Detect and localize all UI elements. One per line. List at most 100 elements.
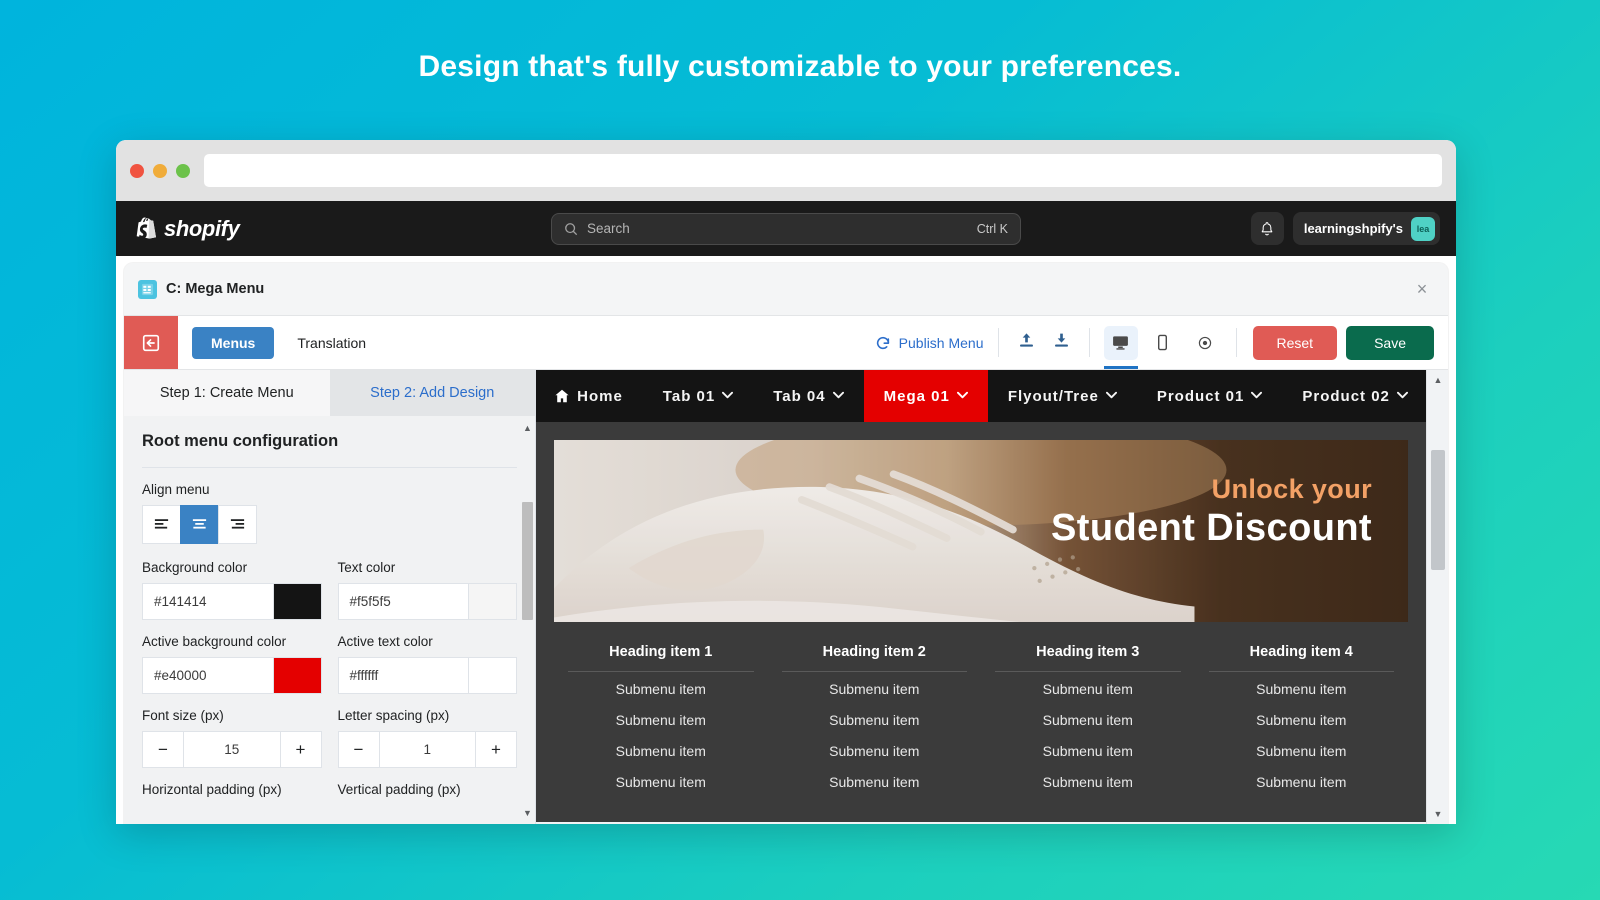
color-row-2: Active background color #e40000 Active t…	[142, 634, 517, 694]
preview-eye-button[interactable]	[1188, 326, 1222, 360]
chevron-down-icon	[832, 390, 844, 402]
horizontal-padding-field: Horizontal padding (px)	[142, 782, 322, 797]
preview-scrollbar-thumb[interactable]	[1431, 450, 1445, 570]
step-add-design[interactable]: Step 2: Add Design	[329, 370, 535, 416]
submenu-item[interactable]: Submenu item	[782, 672, 968, 703]
preview-scroll-down-icon[interactable]: ▼	[1427, 804, 1448, 824]
submenu-item[interactable]: Submenu item	[995, 765, 1181, 796]
submenu-item[interactable]: Submenu item	[568, 672, 754, 703]
align-left-button[interactable]	[142, 505, 181, 544]
shopify-logo[interactable]: shopify	[134, 216, 240, 242]
preview-scroll-up-icon[interactable]: ▲	[1427, 370, 1448, 390]
font-size-increment[interactable]: +	[279, 732, 321, 767]
menu-item-flyout-tree[interactable]: Flyout/Tree	[988, 370, 1137, 422]
background-color-control: #141414	[142, 583, 322, 620]
align-center-button[interactable]	[180, 505, 219, 544]
submenu-item[interactable]: Submenu item	[995, 734, 1181, 765]
reset-button[interactable]: Reset	[1252, 325, 1338, 360]
letter-spacing-value[interactable]: 1	[380, 732, 476, 767]
mobile-view-button[interactable]	[1146, 326, 1180, 360]
search-shortcut: Ctrl K	[976, 221, 1008, 236]
close-window-dot[interactable]	[130, 163, 144, 178]
text-color-label: Text color	[337, 560, 396, 575]
active-background-color-label: Active background color	[142, 634, 287, 649]
submenu-item[interactable]: Submenu item	[568, 703, 754, 734]
desktop-view-button[interactable]	[1103, 325, 1138, 360]
font-size-decrement[interactable]: −	[143, 732, 184, 767]
submenu-item[interactable]: Submenu item	[782, 765, 968, 796]
submenu-item[interactable]: Submenu item	[1209, 765, 1395, 796]
font-size-value[interactable]: 15	[184, 732, 280, 767]
config-scroll-up-icon[interactable]: ▲	[523, 424, 532, 433]
home-icon	[555, 389, 569, 403]
minimize-window-dot[interactable]	[153, 163, 167, 178]
submenu-item[interactable]: Submenu item	[995, 672, 1181, 703]
submenu-item[interactable]: Submenu item	[995, 703, 1181, 734]
text-color-swatch[interactable]	[469, 583, 517, 620]
store-menu-button[interactable]: learningshpify's lea	[1292, 212, 1440, 245]
submenu-item[interactable]: Submenu item	[568, 734, 754, 765]
address-bar[interactable]	[204, 154, 1442, 187]
config-scrollbar[interactable]: ▲ ▼	[522, 424, 533, 818]
background-color-input[interactable]: #141414	[142, 583, 274, 620]
maximize-window-dot[interactable]	[176, 163, 190, 178]
menu-item-tab-04[interactable]: Tab 04	[753, 370, 863, 422]
text-color-input[interactable]: #f5f5f5	[337, 583, 469, 620]
align-left-icon	[154, 519, 169, 529]
search-input[interactable]: Search Ctrl K	[551, 212, 1021, 245]
active-background-color-input[interactable]: #e40000	[142, 657, 274, 694]
refresh-icon	[876, 336, 889, 349]
background-color-swatch[interactable]	[273, 583, 322, 620]
submenu-item[interactable]: Submenu item	[782, 734, 968, 765]
submenu-item[interactable]: Submenu item	[1209, 734, 1395, 765]
submenu-item[interactable]: Submenu item	[568, 765, 754, 796]
close-icon[interactable]: ×	[1410, 277, 1434, 301]
number-row-1: Font size (px) − 15 + Letter spacing (px…	[142, 708, 517, 768]
config-section-title: Root menu configuration	[142, 432, 339, 450]
desktop-icon	[1113, 336, 1128, 350]
menu-item-mega-01[interactable]: Mega 01	[863, 370, 988, 422]
upload-button[interactable]	[1017, 331, 1036, 355]
toolbar-tabs: Menus Translation	[178, 316, 385, 369]
background-color-label: Background color	[142, 560, 248, 575]
config-scroll-down-icon[interactable]: ▼	[523, 809, 532, 818]
letter-spacing-field: Letter spacing (px) − 1 +	[337, 708, 517, 768]
font-size-field: Font size (px) − 15 +	[142, 708, 322, 768]
download-button[interactable]	[1052, 331, 1071, 355]
publish-menu-button[interactable]: Publish Menu	[875, 316, 998, 369]
menu-item-home[interactable]: Home	[536, 370, 643, 422]
font-size-label: Font size (px)	[142, 708, 224, 723]
promo-banner[interactable]: Unlock your Student Discount	[554, 440, 1408, 622]
active-view-indicator	[1103, 366, 1138, 369]
vertical-padding-field: Vertical padding (px)	[338, 782, 518, 797]
mega-column: Heading item 2 Submenu item Submenu item…	[768, 644, 982, 796]
menu-item-product-02[interactable]: Product 02	[1282, 370, 1426, 422]
save-button[interactable]: Save	[1346, 325, 1434, 360]
menu-item-tab-01[interactable]: Tab 01	[643, 370, 753, 422]
mobile-icon	[1157, 334, 1168, 351]
config-scrollbar-thumb[interactable]	[522, 502, 533, 620]
menu-item-label: Product 02	[1302, 387, 1390, 405]
preview-scrollbar[interactable]: ▲ ▼	[1426, 370, 1448, 824]
notifications-button[interactable]	[1250, 212, 1284, 245]
back-button[interactable]	[124, 316, 178, 369]
tab-menus[interactable]: Menus	[192, 326, 275, 359]
back-arrow-icon	[142, 334, 160, 351]
tab-translation[interactable]: Translation	[278, 327, 385, 359]
align-right-button[interactable]	[218, 505, 257, 544]
active-text-color-swatch[interactable]	[469, 657, 517, 694]
letter-spacing-decrement[interactable]: −	[339, 732, 380, 767]
submenu-item[interactable]: Submenu item	[782, 703, 968, 734]
submenu-item[interactable]: Submenu item	[1209, 703, 1395, 734]
align-menu-label: Align menu	[142, 482, 210, 497]
background-color-field: Background color #141414	[142, 560, 322, 620]
submenu-item[interactable]: Submenu item	[1209, 672, 1395, 703]
menu-item-label: Flyout/Tree	[1007, 387, 1099, 405]
menu-item-product-01[interactable]: Product 01	[1137, 370, 1283, 422]
active-text-color-input[interactable]: #ffffff	[337, 657, 469, 694]
letter-spacing-increment[interactable]: +	[475, 732, 516, 767]
step-create-menu[interactable]: Step 1: Create Menu	[124, 370, 330, 416]
preview-canvas: Home Tab 01 Tab 04 Mega 01 Flyout/Tree P…	[536, 370, 1426, 824]
active-background-color-swatch[interactable]	[273, 657, 322, 694]
